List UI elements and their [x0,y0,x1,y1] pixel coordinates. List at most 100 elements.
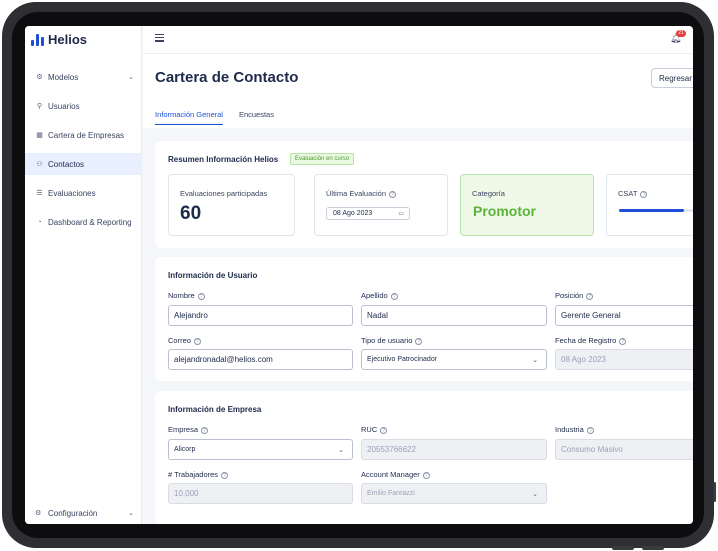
tab-encuestas[interactable]: Encuestas [239,110,274,125]
trabajadores-field: 10,000 [168,483,353,504]
help-icon[interactable]: ? [390,292,398,300]
ruc-field: 20553766622 [361,439,547,460]
help-icon[interactable]: ? [201,426,209,434]
status-badge: Evaluación en curso [290,153,355,165]
building-icon: ▦ [36,132,43,139]
tab-informacion-general[interactable]: Información General [155,110,223,125]
summary-title: Resumen Información Helios [168,155,279,164]
fecha-registro-field: 08 Ago 2023 [555,349,693,370]
logo-bars-icon [31,33,44,46]
help-icon[interactable]: ? [380,426,388,434]
logo[interactable]: Helios [31,32,87,47]
user-info-card: Información de Usuario Nombre? Alejandro… [155,257,693,381]
account-manager-label: Account Manager? [361,470,430,479]
sidebar-item-label: Modelos [48,72,79,82]
last-evaluation-stat: Última Evaluación? 08 Ago 2023 ▭ [314,174,448,236]
last-evaluation-date[interactable]: 08 Ago 2023 ▭ [326,207,410,220]
nombre-field[interactable]: Alejandro [168,305,353,326]
industria-field: Consumo Masivo [555,439,693,460]
empresa-label: Empresa? [168,425,209,434]
csat-progress-fill [619,209,684,212]
category-value: Promotor [473,203,536,219]
ruc-label: RUC? [361,425,388,434]
tipo-usuario-label: Tipo de usuario? [361,336,423,345]
industria-label: Industria? [555,425,594,434]
evaluations-stat: Evaluaciones participadas 60 [168,174,295,236]
help-icon[interactable]: ? [389,190,397,198]
chevron-down-icon: ⌄ [532,491,538,498]
sidebar-item-label: Cartera de Empresas [48,130,125,140]
list-icon: ☰ [36,190,43,197]
help-icon[interactable]: ? [193,337,201,345]
last-evaluation-label: Última Evaluación? [326,189,397,198]
apellido-field[interactable]: Nadal [361,305,547,326]
notification-badge: 21 [676,30,686,37]
sidebar-item-cartera-empresas[interactable]: ▦ Cartera de Empresas [25,124,142,146]
help-icon[interactable]: ? [221,471,229,479]
chevron-down-icon: ⌄ [128,74,134,81]
sidebar-item-modelos[interactable]: ⚙ Modelos ⌄ [25,66,142,88]
tipo-usuario-select[interactable]: Ejecutivo Patrocinador ⌄ [361,349,547,370]
gear-icon: ⚙ [35,509,42,517]
sliders-icon: ⚙ [36,74,43,81]
apellido-label: Apellido? [361,291,398,300]
csat-progress-bar [619,209,693,212]
correo-field[interactable]: alejandronadal@helios.com [168,349,353,370]
tabs: Información General Encuestas [155,110,274,125]
sidebar-item-configuracion[interactable]: ⚙ Configuración ⌄ [25,502,142,524]
correo-label: Correo? [168,336,201,345]
menu-icon[interactable] [155,34,164,42]
posicion-field[interactable]: Gerente General [555,305,693,326]
back-button[interactable]: Regresar [651,68,693,88]
csat-label: CSAT? [618,189,648,198]
help-icon[interactable]: ? [415,337,423,345]
help-icon[interactable]: ? [422,471,430,479]
empresa-select[interactable]: Alicorp ⌄ [168,439,353,460]
category-label: Categoría [472,189,505,198]
chevron-down-icon: ⌄ [338,447,344,454]
help-icon[interactable]: ? [640,190,648,198]
calendar-icon: ▭ [398,211,404,217]
sidebar-item-label: Evaluaciones [48,188,96,198]
posicion-label: Posición? [555,291,594,300]
help-icon[interactable]: ? [586,426,594,434]
evaluations-label: Evaluaciones participadas [180,189,268,198]
sidebar-item-usuarios[interactable]: ⚲ Usuarios [25,95,142,117]
sidebar-item-evaluaciones[interactable]: ☰ Evaluaciones [25,182,142,204]
side-button [713,482,716,502]
user-info-title: Información de Usuario [168,271,258,280]
sidebar-item-label: Contactos [48,159,85,169]
sidebar-item-contactos[interactable]: ⚇ Contactos [25,153,142,175]
evaluations-value: 60 [180,203,202,224]
top-bar: 🔔︎ 21 [143,26,693,54]
category-stat: Categoría Promotor [460,174,594,236]
sidebar-item-label: Configuración [48,508,98,518]
sidebar-item-label: Dashboard & Reporting [48,217,132,227]
summary-card: Resumen Información Helios Evaluación en… [155,141,693,248]
volume-button [612,546,634,550]
company-info-title: Información de Empresa [168,405,262,414]
sidebar-item-dashboard[interactable]: ◔ Dashboard & Reporting [25,211,142,233]
power-button [642,546,664,550]
csat-stat: CSAT? [606,174,693,236]
pie-chart-icon: ◔ [37,218,42,226]
sidebar-nav: ⚙ Modelos ⌄ ⚲ Usuarios ▦ Cartera de Empr… [25,66,142,240]
sidebar-item-label: Usuarios [48,101,80,111]
page-title: Cartera de Contacto [155,69,299,86]
sidebar: Helios ⚙ Modelos ⌄ ⚲ Usuarios ▦ Cartera … [25,26,142,524]
user-icon: ⚲ [36,103,43,110]
nombre-label: Nombre? [168,291,205,300]
page-header: Cartera de Contacto Regresar Información… [143,54,693,128]
help-icon[interactable]: ? [586,292,594,300]
app-screen: Helios ⚙ Modelos ⌄ ⚲ Usuarios ▦ Cartera … [25,26,693,524]
chevron-down-icon: ⌄ [532,357,538,364]
contacts-icon: ⚇ [36,161,43,168]
trabajadores-label: # Trabajadores? [168,470,229,479]
help-icon[interactable]: ? [197,292,205,300]
chevron-down-icon: ⌄ [128,510,134,517]
logo-text: Helios [48,32,88,47]
company-info-card: Información de Empresa Empresa? Alicorp … [155,391,693,524]
fecha-registro-label: Fecha de Registro? [555,336,627,345]
help-icon[interactable]: ? [619,337,627,345]
account-manager-select: Emilio Fanrazzi ⌄ [361,483,547,504]
